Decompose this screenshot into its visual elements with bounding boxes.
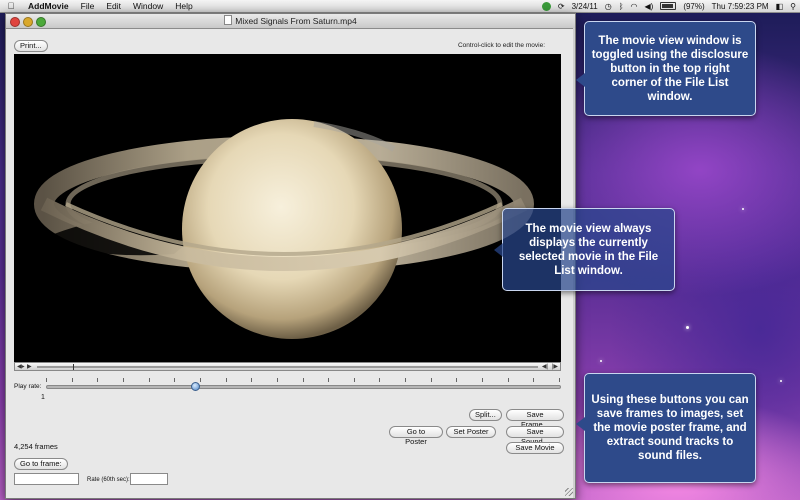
save-frame-button[interactable]: Save Frame... [506, 409, 564, 429]
rate-field[interactable] [130, 473, 168, 485]
menu-window[interactable]: Window [127, 1, 169, 11]
window-title: Mixed Signals From Saturn.mp4 [235, 16, 357, 26]
window-controls [10, 17, 46, 27]
rate-label: Rate (60th sec): [87, 477, 130, 483]
play-rate-value: 1 [41, 394, 45, 401]
frame-count: 4,254 frames [14, 442, 58, 451]
volume-icon[interactable]: ◀▸ [17, 363, 25, 371]
callout-movie-view: The movie view always displays the curre… [502, 208, 675, 291]
slider-tick [533, 378, 535, 382]
slider-tick [276, 378, 278, 382]
save-sound-button[interactable]: Save Sound... [506, 426, 564, 446]
step-back-icon[interactable]: ◀| [542, 363, 548, 371]
resize-handle[interactable] [565, 488, 573, 496]
user-icon[interactable]: ◧ [776, 2, 784, 11]
slider-tick [251, 378, 253, 382]
frame-number-field[interactable] [14, 473, 79, 485]
step-forward-icon[interactable]: |▶ [552, 363, 558, 371]
menu-file[interactable]: File [75, 1, 101, 11]
close-button[interactable] [10, 17, 20, 27]
callout-buttons: Using these buttons you can save frames … [584, 373, 756, 483]
slider-tick [405, 378, 407, 382]
go-to-poster-button[interactable]: Go to Poster [389, 426, 443, 446]
slider-tick [379, 378, 381, 382]
save-movie-button[interactable]: Save Movie [506, 442, 564, 454]
callout-toggle-arrow [576, 73, 585, 87]
callout-toggle: The movie view window is toggled using t… [584, 21, 756, 116]
minimize-button[interactable] [23, 17, 33, 27]
star [600, 360, 602, 362]
movie-controller[interactable]: ◀▸ ▶ ◀| |▶ [14, 362, 561, 371]
battery-icon[interactable] [660, 2, 677, 10]
app-status-icon[interactable] [541, 1, 551, 11]
window-titlebar[interactable]: Mixed Signals From Saturn.mp4 [6, 14, 575, 29]
menu-bar:  AddMovie File Edit Window Help ⟳ 3/24/… [0, 0, 800, 13]
print-button[interactable]: Print... [14, 40, 48, 52]
slider-tick [46, 378, 47, 382]
slider-tick [225, 378, 227, 382]
clock-time[interactable]: Thu 7:59:23 PM [712, 2, 769, 11]
bluetooth-icon[interactable]: ᛒ [619, 2, 624, 11]
split-button[interactable]: Split... [469, 409, 502, 421]
slider-tick [71, 378, 73, 382]
star [686, 326, 689, 329]
saturn-video-frame [34, 119, 534, 339]
slider-tick [97, 378, 99, 382]
go-to-frame-button[interactable]: Go to frame: [14, 458, 68, 470]
set-poster-button[interactable]: Set Poster [446, 426, 496, 438]
slider-tick [456, 378, 458, 382]
slider-tick [174, 378, 176, 382]
movie-view[interactable] [14, 54, 561, 362]
zoom-button[interactable] [36, 17, 46, 27]
menu-edit[interactable]: Edit [100, 1, 127, 11]
slider-tick [482, 378, 484, 382]
menu-help[interactable]: Help [169, 1, 198, 11]
sync-icon[interactable]: ⟳ [558, 2, 565, 11]
playhead-track[interactable] [37, 366, 538, 368]
volume-icon[interactable]: ◀) [644, 2, 653, 11]
movie-window: Mixed Signals From Saturn.mp4 Print... C… [5, 13, 576, 499]
slider-tick [353, 378, 355, 382]
slider-tick [199, 378, 201, 382]
edit-hint: Control-click to edit the movie: [457, 42, 545, 49]
slider-tick [507, 378, 509, 382]
slider-tick [559, 378, 560, 382]
slider-tick [430, 378, 432, 382]
menu-extras: ⟳ 3/24/11 ◷ ᛒ ◠ ◀) (97%) Thu 7:59:23 PM … [541, 0, 796, 12]
play-rate-knob[interactable] [190, 382, 200, 391]
apple-menu-icon[interactable]:  [0, 1, 22, 11]
play-rate-label: Play rate: [14, 383, 42, 390]
slider-tick [328, 378, 330, 382]
callout-buttons-arrow [576, 417, 585, 431]
playhead-knob[interactable] [73, 364, 74, 370]
slider-tick [302, 378, 304, 382]
slider-tick [122, 378, 124, 382]
menu-app-name[interactable]: AddMovie [22, 1, 75, 11]
slider-tick [148, 378, 150, 382]
play-rate-slider[interactable] [46, 385, 561, 389]
star [780, 380, 782, 382]
date-text[interactable]: 3/24/11 [572, 2, 598, 11]
document-icon [224, 15, 233, 25]
wifi-icon[interactable]: ◠ [631, 2, 638, 11]
callout-movie-view-arrow [494, 243, 503, 257]
battery-percent[interactable]: (97%) [683, 2, 704, 11]
spotlight-icon[interactable]: ⚲ [790, 2, 796, 11]
star [742, 208, 744, 210]
clock-icon[interactable]: ◷ [605, 2, 612, 11]
play-icon[interactable]: ▶ [27, 363, 32, 371]
